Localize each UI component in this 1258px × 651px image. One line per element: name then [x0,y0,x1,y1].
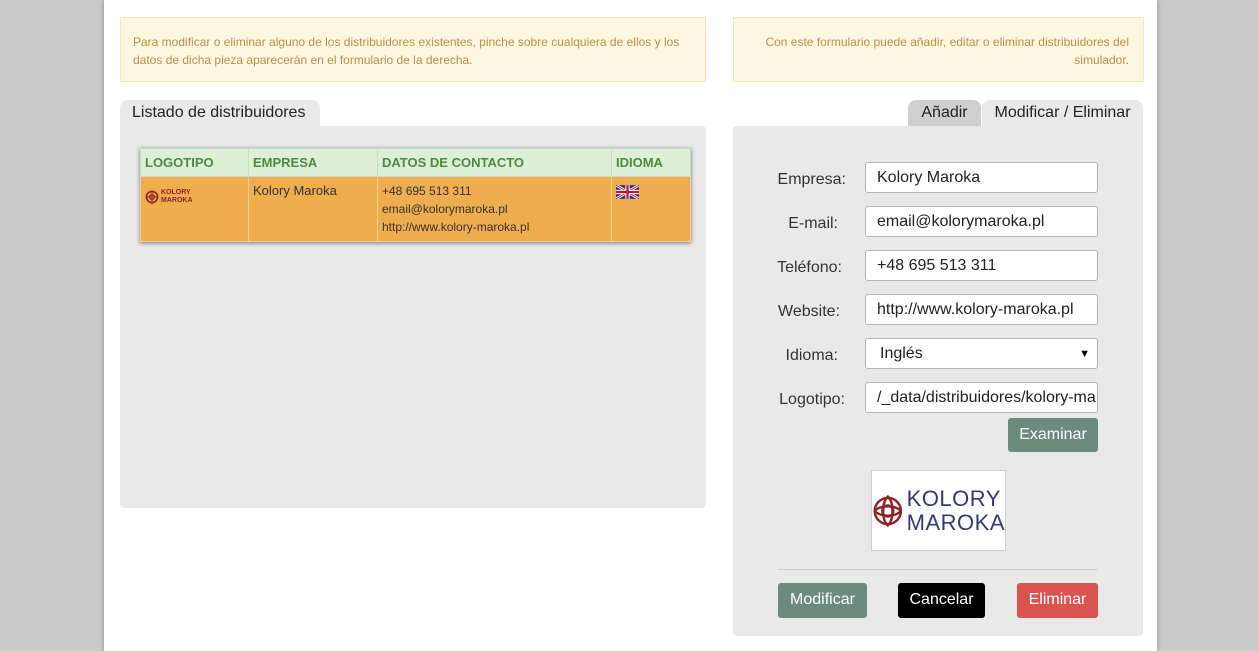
table-header-row: LOGOTIPO EMPRESA DATOS DE CONTACTO IDIOM… [140,148,691,177]
email-input[interactable]: email@kolorymaroka.pl [865,206,1098,237]
dropdown-arrow-icon: ▼ [1079,348,1090,360]
idioma-label: Idioma: [785,347,838,364]
logotipo-path-input[interactable]: /_data/distribuidores/kolory-ma [865,382,1098,413]
row-logo-cell: KOLORY MAROKA [140,176,249,242]
row-empresa-cell: Kolory Maroka [248,176,378,242]
ornament-icon [873,494,903,527]
email-label: E-mail: [788,215,838,232]
cancelar-button[interactable]: Cancelar [898,583,985,618]
website-input[interactable]: http://www.kolory-maroka.pl [865,294,1098,325]
column-header-empresa: EMPRESA [248,148,378,177]
table-row[interactable]: KOLORY MAROKA Kolory Maroka +48 695 513 … [140,176,691,242]
column-header-logotipo: LOGOTIPO [140,148,249,177]
telefono-input[interactable]: +48 695 513 311 [865,250,1098,281]
idioma-select[interactable]: Inglés ▼ [865,338,1098,369]
modificar-button[interactable]: Modificar [778,583,867,618]
distributors-table: LOGOTIPO EMPRESA DATOS DE CONTACTO IDIOM… [140,148,691,242]
tab-modificar-eliminar[interactable]: Modificar / Eliminar [982,100,1143,127]
info-notice-left: Para modificar o eliminar alguno de los … [120,17,706,82]
idioma-selected-value: Inglés [880,345,923,362]
logo-preview-line1: KOLORY [906,485,1001,511]
logo-small-line1: KOLORY [161,189,191,196]
logo-preview-line2: MAROKA [906,509,1005,535]
info-notice-right: Con este formulario puede añadir, editar… [733,17,1144,82]
kolory-maroka-logo-small: KOLORY MAROKA [145,188,244,206]
row-idioma-cell [611,176,691,242]
column-header-contacto: DATOS DE CONTACTO [377,148,612,177]
tab-anadir[interactable]: Añadir [908,100,981,127]
row-telefono: +48 695 513 311 [382,184,472,198]
distributor-form-panel [733,126,1143,636]
telefono-label: Teléfono: [777,259,842,276]
empresa-input[interactable]: Kolory Maroka [865,162,1098,193]
uk-flag-icon [615,183,640,204]
row-contacto-cell: +48 695 513 311 email@kolorymaroka.pl ht… [377,176,612,242]
ornament-icon [145,190,159,204]
logotipo-label: Logotipo: [779,391,845,408]
column-header-idioma: IDIOMA [611,148,691,177]
row-email: email@kolorymaroka.pl [382,202,508,216]
empresa-label: Empresa: [777,171,846,188]
tab-listado-distribuidores: Listado de distribuidores [120,100,320,127]
website-label: Website: [778,303,840,320]
row-web: http://www.kolory-maroka.pl [382,220,530,234]
form-divider [778,569,1098,570]
eliminar-button[interactable]: Eliminar [1017,583,1098,618]
logo-small-line2: MAROKA [161,197,193,204]
logo-preview: KOLORY MAROKA [871,470,1006,551]
examinar-button[interactable]: Examinar [1008,418,1098,452]
